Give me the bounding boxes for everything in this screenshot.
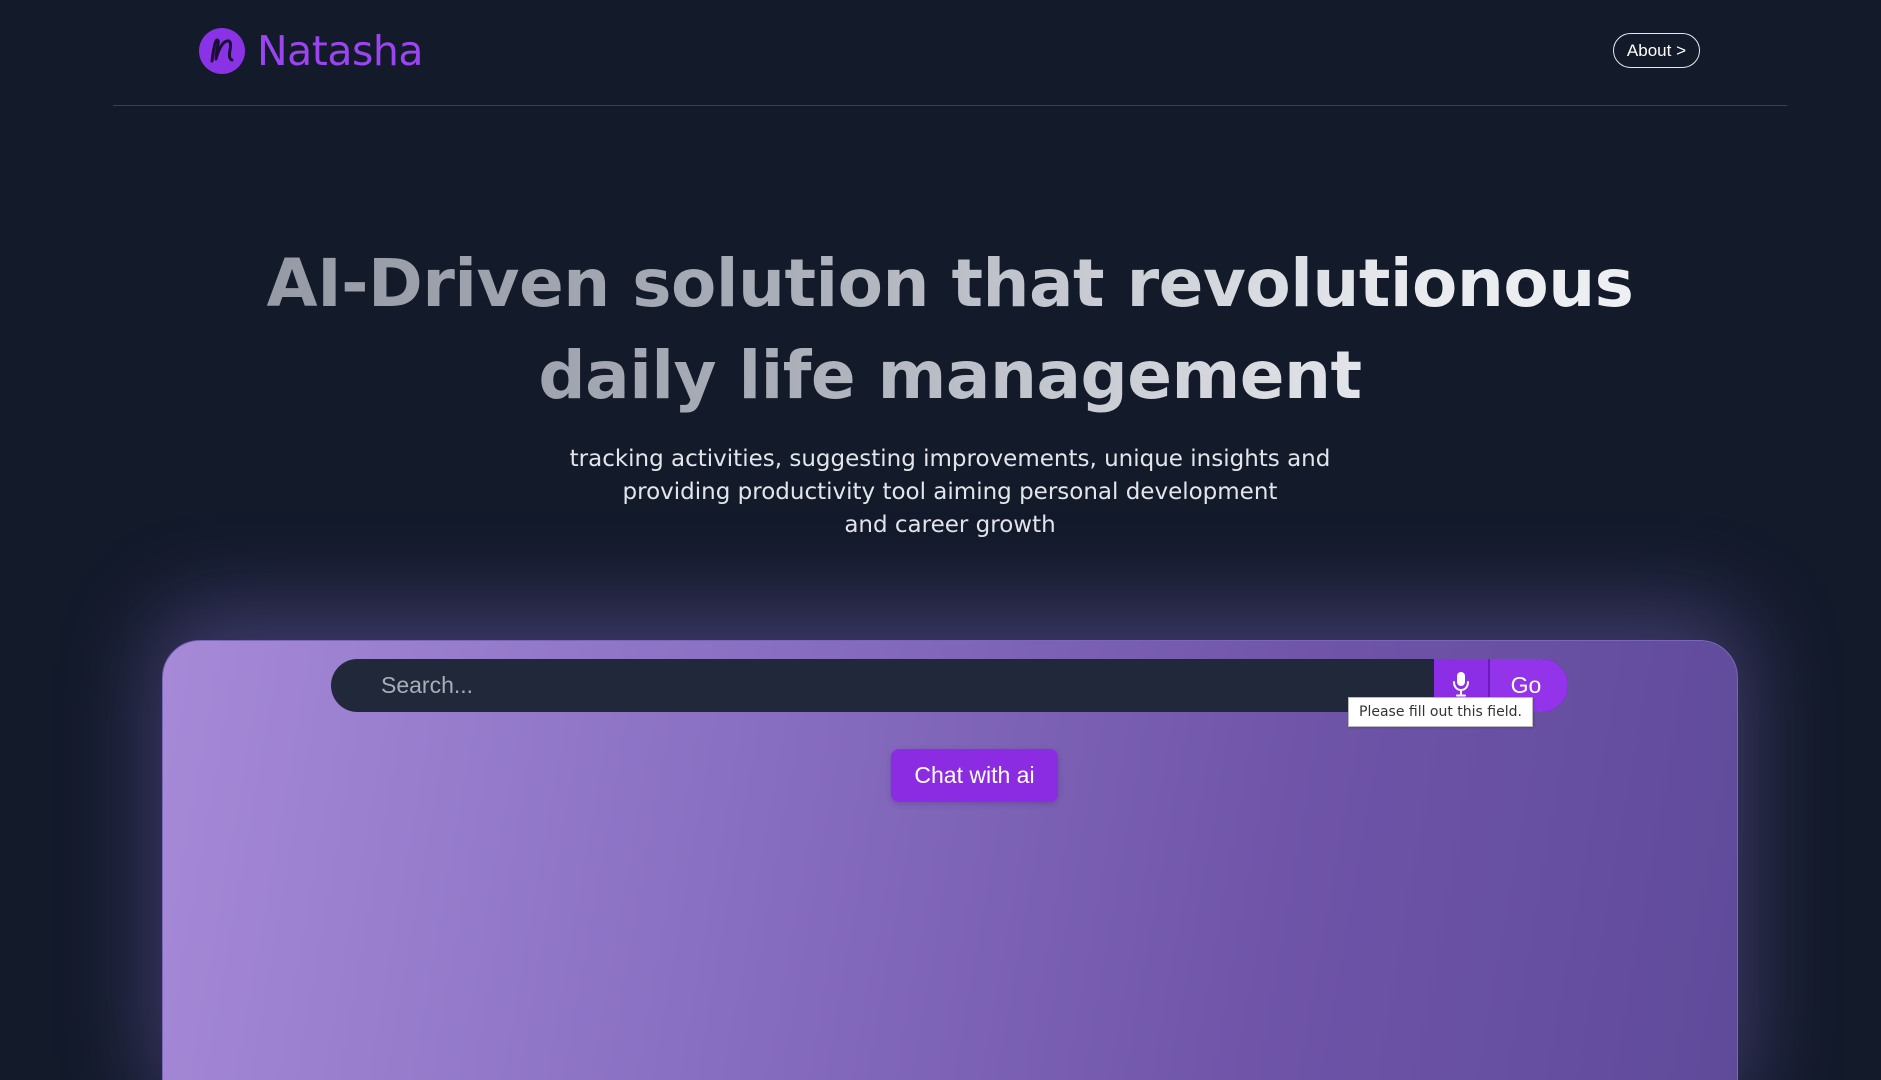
about-button[interactable]: About > [1612, 33, 1700, 68]
brand-name: Natasha [257, 27, 423, 75]
search-input[interactable] [331, 659, 1434, 712]
chat-with-ai-button[interactable]: Chat with ai [891, 749, 1058, 802]
logo-n-icon [199, 28, 245, 74]
validation-tooltip: Please fill out this field. [1348, 697, 1533, 727]
hero-subtitle: tracking activities, suggesting improvem… [0, 443, 1881, 542]
hero-subtitle-line1: tracking activities, suggesting improvem… [569, 446, 1331, 472]
microphone-icon [1452, 671, 1470, 700]
hero-title-line2: daily life management [538, 337, 1362, 414]
hero-title: AI-Driven solution that revolutionous da… [0, 238, 1881, 422]
hero-title-line1: AI-Driven solution that revolutionous [266, 245, 1634, 322]
brand-logo[interactable]: Natasha [199, 27, 423, 75]
hero-subtitle-line3: and career growth [844, 512, 1056, 538]
site-header: Natasha About > [113, 0, 1787, 106]
page: Natasha About > AI-Driven solution that … [0, 0, 1881, 1080]
hero-subtitle-line2: providing productivity tool aiming perso… [622, 479, 1278, 505]
